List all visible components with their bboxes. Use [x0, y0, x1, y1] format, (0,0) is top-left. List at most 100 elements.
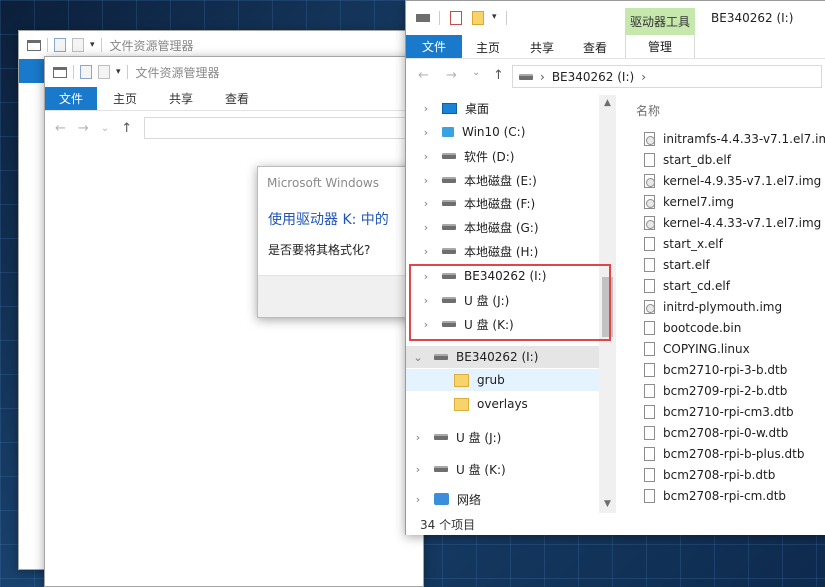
nav-tree-item[interactable]: › 本地磁盘 (F:): [406, 192, 601, 214]
properties-icon[interactable]: [450, 11, 462, 25]
chevron-right-icon[interactable]: ›: [412, 463, 424, 476]
file-list-item[interactable]: bcm2708-rpi-0-w.dtb: [636, 422, 788, 443]
scroll-up-arrow-icon[interactable]: ▲: [599, 95, 616, 112]
nav-tree-label: 本地磁盘 (G:): [464, 220, 539, 235]
file-list-item[interactable]: start_cd.elf: [636, 275, 730, 296]
file-list-item[interactable]: bootcode.bin: [636, 317, 741, 338]
explorer-window-icon: [27, 39, 41, 51]
nav-tree-item[interactable]: › 本地磁盘 (H:): [406, 240, 601, 262]
customize-toolbar-icon[interactable]: ▾: [492, 12, 497, 22]
nav-tree-label: grub: [477, 373, 505, 387]
drive-icon: [434, 434, 448, 440]
customize-toolbar-icon[interactable]: ▾: [116, 67, 121, 77]
file-list-item[interactable]: start_x.elf: [636, 233, 723, 254]
forward-arrow-icon[interactable]: →: [446, 68, 457, 83]
new-folder-icon[interactable]: [472, 11, 484, 25]
network-icon: [434, 493, 449, 505]
file-list-item[interactable]: start.elf: [636, 254, 710, 275]
format-disk-dialog[interactable]: Microsoft Windows 使用驱动器 K: 中的 是否要将其格式化?: [257, 166, 417, 318]
toolbar-separator: [47, 38, 48, 52]
back-arrow-icon[interactable]: ←: [55, 121, 66, 136]
nav-tree-label: 本地磁盘 (E:): [464, 173, 537, 188]
file-list-item[interactable]: kernel-4.9.35-v7.1.el7.img: [636, 170, 821, 191]
chevron-down-icon[interactable]: ⌄: [412, 351, 424, 364]
file-list-item[interactable]: initrd-plymouth.img: [636, 296, 782, 317]
file-list-item[interactable]: bcm2710-rpi-cm3.dtb: [636, 401, 794, 422]
tab-file[interactable]: 文件: [45, 87, 98, 110]
tab-share[interactable]: 共享: [530, 39, 554, 56]
tab-home[interactable]: 主页: [97, 87, 153, 110]
file-list-item[interactable]: initramfs-4.4.33-v7.1.el7.img: [636, 128, 825, 149]
ribbon-tabs: 文件 主页 共享 查看 管理: [406, 35, 825, 59]
file-list-item[interactable]: bcm2708-rpi-b.dtb: [636, 464, 775, 485]
properties-icon[interactable]: [54, 38, 66, 52]
nav-tree-item[interactable]: overlays: [406, 393, 601, 415]
file-name: bootcode.bin: [663, 320, 742, 335]
drive-icon: [434, 354, 448, 360]
address-input[interactable]: [144, 117, 419, 139]
tab-manage[interactable]: 管理: [625, 35, 695, 58]
new-folder-icon[interactable]: [72, 38, 84, 52]
toolbar-separator: [506, 11, 507, 25]
title-bar: ▾ 驱动器工具 BE340262 (I:): [406, 1, 825, 35]
file-list-item[interactable]: start_db.elf: [636, 149, 731, 170]
file-name: start.elf: [663, 257, 710, 272]
back-explorer-window-2[interactable]: ▾ 文件资源管理器 文件 主页 共享 查看 ← → ⌄ ↑: [44, 56, 424, 587]
tab-view[interactable]: 查看: [583, 39, 607, 56]
file-list-item[interactable]: kernel7.img: [636, 191, 734, 212]
up-arrow-icon[interactable]: ↑: [121, 121, 132, 136]
column-header-name[interactable]: 名称: [636, 102, 660, 119]
chevron-right-icon[interactable]: ›: [420, 102, 432, 115]
customize-toolbar-icon[interactable]: ▾: [90, 40, 95, 50]
file-list-item[interactable]: bcm2709-rpi-2-b.dtb: [636, 380, 787, 401]
disk-image-file-icon: [644, 194, 655, 209]
file-list-item[interactable]: bcm2708-rpi-b-plus.dtb: [636, 443, 805, 464]
file-list-item[interactable]: kernel-4.4.33-v7.1.el7.img: [636, 212, 821, 233]
explorer-window[interactable]: ▾ 驱动器工具 BE340262 (I:) 文件 主页 共享 查看 管理 ← →…: [405, 0, 825, 535]
chevron-right-icon[interactable]: ›: [420, 126, 432, 139]
tab-home[interactable]: 主页: [476, 39, 500, 56]
chevron-right-icon[interactable]: ›: [420, 197, 432, 210]
nav-tree-item[interactable]: grub: [406, 369, 599, 391]
nav-tree-item[interactable]: › 本地磁盘 (E:): [406, 169, 601, 191]
drive-tools-tab-group: 驱动器工具: [625, 8, 695, 35]
recent-locations-icon[interactable]: ⌄: [101, 123, 109, 134]
file-name: bcm2708-rpi-b-plus.dtb: [663, 446, 805, 461]
file-name: COPYING.linux: [663, 341, 750, 356]
chevron-right-icon[interactable]: ›: [420, 150, 432, 163]
address-bar: ← → ⌄ ↑ › BE340262 (I:) ›: [406, 63, 825, 91]
file-list-item[interactable]: COPYING.linux: [636, 338, 750, 359]
quick-access-toolbar: ▾: [47, 38, 102, 52]
nav-tree-label: U 盘 (K:): [456, 462, 506, 477]
nav-tree-item[interactable]: › U 盘 (J:): [406, 426, 601, 448]
chevron-right-icon[interactable]: ›: [420, 245, 432, 258]
scroll-down-arrow-icon[interactable]: ▼: [599, 496, 616, 513]
new-folder-icon[interactable]: [98, 65, 110, 79]
chevron-right-icon[interactable]: ›: [412, 493, 424, 506]
properties-icon[interactable]: [80, 65, 92, 79]
back-arrow-icon[interactable]: ←: [418, 68, 429, 83]
nav-tree-item[interactable]: › 本地磁盘 (G:): [406, 216, 601, 238]
nav-tree-item[interactable]: › 软件 (D:): [406, 145, 601, 167]
nav-tree-item[interactable]: ⌄ BE340262 (I:): [406, 346, 599, 368]
breadcrumb-current[interactable]: BE340262 (I:): [552, 70, 634, 84]
toolbar-separator: [100, 38, 102, 52]
nav-tree-item[interactable]: › Win10 (C:): [406, 121, 601, 143]
disk-image-file-icon: [644, 131, 655, 146]
tab-share[interactable]: 共享: [153, 87, 209, 110]
nav-tree-label: 本地磁盘 (H:): [464, 244, 539, 259]
nav-tree-item[interactable]: › U 盘 (K:): [406, 458, 601, 480]
recent-locations-icon[interactable]: ⌄: [472, 67, 480, 78]
file-list-item[interactable]: bcm2710-rpi-3-b.dtb: [636, 359, 787, 380]
up-arrow-icon[interactable]: ↑: [493, 68, 504, 83]
forward-arrow-icon[interactable]: →: [78, 121, 89, 136]
address-input[interactable]: › BE340262 (I:) ›: [512, 65, 822, 88]
chevron-right-icon[interactable]: ›: [412, 431, 424, 444]
nav-tree-item[interactable]: › 网络: [406, 488, 601, 510]
chevron-right-icon[interactable]: ›: [420, 221, 432, 234]
tab-file[interactable]: 文件: [406, 35, 462, 58]
tab-view[interactable]: 查看: [209, 87, 265, 110]
file-list-item[interactable]: bcm2708-rpi-cm.dtb: [636, 485, 786, 506]
chevron-right-icon[interactable]: ›: [420, 174, 432, 187]
nav-tree-item[interactable]: › 桌面: [406, 97, 601, 119]
